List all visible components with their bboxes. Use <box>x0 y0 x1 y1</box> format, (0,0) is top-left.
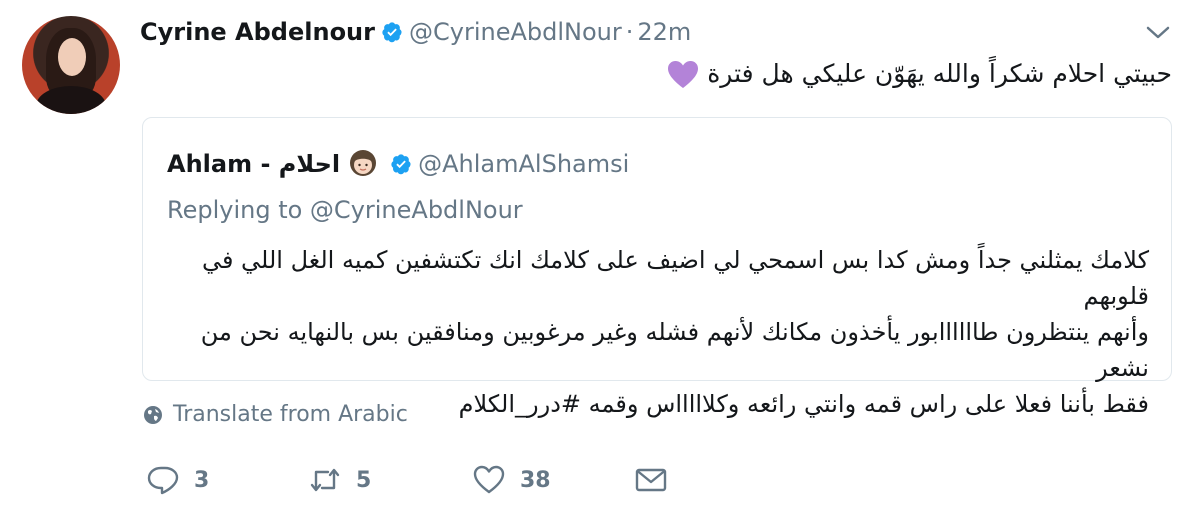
quoted-author-name: Ahlam - احلام <box>167 150 341 178</box>
verified-badge-icon <box>382 22 402 43</box>
like-count: 38 <box>520 467 551 493</box>
heart-icon <box>473 465 505 494</box>
translate-link[interactable]: Translate from Arabic <box>143 402 408 427</box>
like-button[interactable]: 38 <box>472 460 551 500</box>
retweet-icon <box>310 468 340 492</box>
quoted-author-handle: @AhlamAlShamsi <box>418 150 630 178</box>
tweet-timestamp[interactable]: 22m <box>637 18 691 46</box>
author-handle[interactable]: @CyrineAbdlNour <box>409 18 622 46</box>
reply-button[interactable]: 3 <box>146 460 209 500</box>
quoted-tweet[interactable]: Ahlam - احلام @AhlamAlShamsi Replying to… <box>142 117 1172 418</box>
tweet-header: Cyrine Abdelnour @CyrineAbdlNour · 22m <box>140 14 691 50</box>
retweet-button[interactable]: 5 <box>308 460 371 500</box>
reply-icon <box>147 466 179 495</box>
envelope-icon <box>635 468 667 492</box>
quoted-header: Ahlam - احلام @AhlamAlShamsi <box>167 146 629 182</box>
translate-label: Translate from Arabic <box>173 402 408 427</box>
retweet-count: 5 <box>356 467 372 493</box>
author-avatar[interactable] <box>22 16 120 114</box>
quoted-verified-badge-icon <box>391 154 411 175</box>
tweet-text-body: حبيتي احلام شكراً والله يهَوّن عليكي هل … <box>707 59 1172 88</box>
reply-count: 3 <box>194 467 210 493</box>
globe-icon <box>144 405 162 424</box>
chevron-down-icon[interactable] <box>1145 24 1171 42</box>
quoted-text-line: وأنهم ينتظرون طاااااابور يأخذون مكانك لأ… <box>200 318 1149 382</box>
replying-to[interactable]: Replying to @CyrineAbdlNour <box>167 196 523 224</box>
purple-heart-icon <box>668 61 699 88</box>
author-name[interactable]: Cyrine Abdelnour <box>140 18 375 46</box>
tweet-card: Cyrine Abdelnour @CyrineAbdlNour · 22m ح… <box>0 0 1200 521</box>
direct-message-button[interactable] <box>634 460 668 500</box>
header-separator: · <box>625 18 634 46</box>
tweet-text: حبيتي احلام شكراً والله يهَوّن عليكي هل … <box>172 56 1172 92</box>
woman-emoji-icon <box>350 150 377 176</box>
quoted-text-line: كلامك يمثلني جداً ومش كدا بس اسمحي لي اض… <box>201 246 1149 310</box>
quoted-text: كلامك يمثلني جداً ومش كدا بس اسمحي لي اض… <box>159 242 1149 422</box>
